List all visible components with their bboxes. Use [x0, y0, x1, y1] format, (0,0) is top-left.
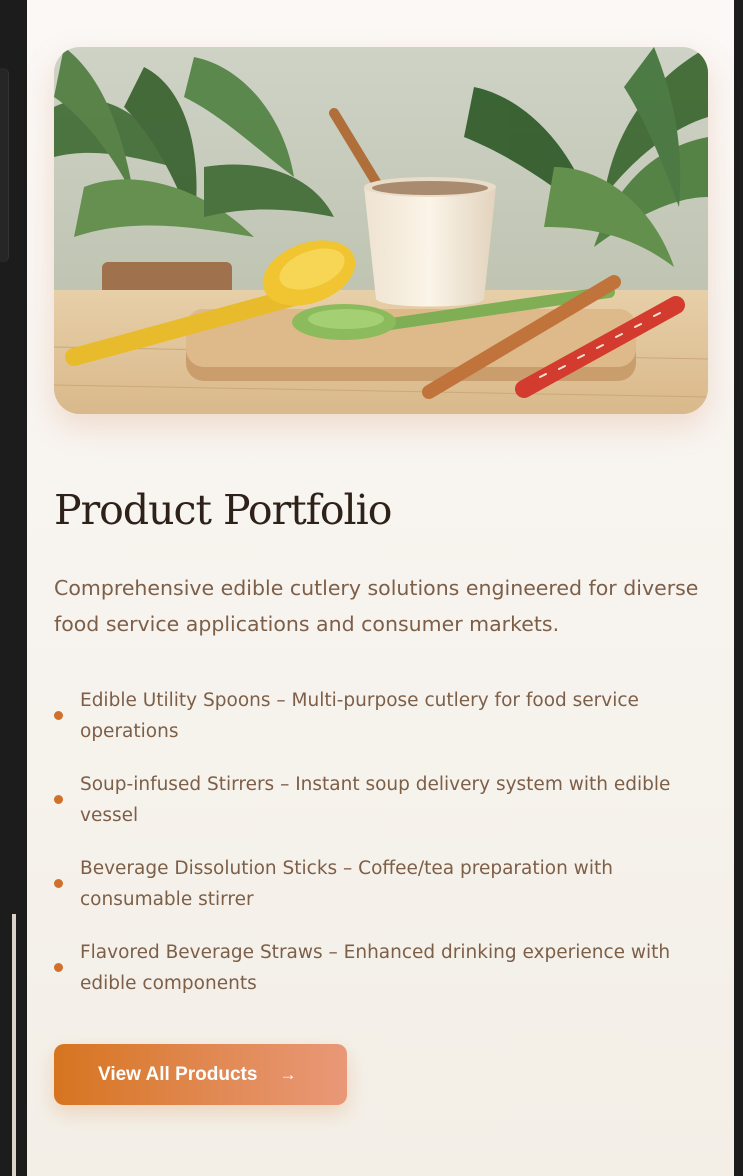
feature-item: Beverage Dissolution Sticks – Coffee/tea… — [54, 853, 704, 937]
feature-item: Soup-infused Stirrers – Instant soup del… — [54, 769, 704, 853]
bullet-dot-icon — [54, 879, 63, 888]
view-all-products-label: View All Products — [98, 1063, 258, 1085]
section-title: Product Portfolio — [54, 486, 392, 534]
view-all-products-button[interactable]: View All Products → — [54, 1044, 347, 1105]
section-description: Comprehensive edible cutlery solutions e… — [54, 576, 699, 636]
feature-text: Flavored Beverage Straws – Enhanced drin… — [80, 942, 671, 994]
feature-text: Edible Utility Spoons – Multi-purpose cu… — [80, 690, 639, 742]
bullet-dot-icon — [54, 711, 63, 720]
bullet-dot-icon — [54, 963, 63, 972]
side-panel-tab[interactable] — [0, 68, 9, 262]
hero-image — [54, 47, 708, 414]
feature-item: Flavored Beverage Straws – Enhanced drin… — [54, 937, 704, 1021]
scroll-indicator[interactable] — [12, 914, 16, 1176]
feature-list: Edible Utility Spoons – Multi-purpose cu… — [54, 685, 704, 1021]
feature-text: Beverage Dissolution Sticks – Coffee/tea… — [80, 858, 613, 910]
bullet-dot-icon — [54, 795, 63, 804]
feature-text: Soup-infused Stirrers – Instant soup del… — [80, 774, 671, 826]
product-portfolio-section: Product Portfolio Comprehensive edible c… — [27, 0, 734, 1176]
hero-illustration — [54, 47, 708, 414]
feature-item: Edible Utility Spoons – Multi-purpose cu… — [54, 685, 704, 769]
page-right-gutter — [734, 0, 743, 1176]
arrow-right-icon: → — [279, 1064, 297, 1084]
page-left-gutter — [0, 0, 27, 1176]
